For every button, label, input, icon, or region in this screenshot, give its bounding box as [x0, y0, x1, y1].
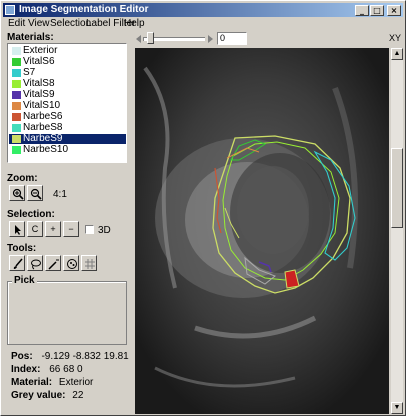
- slice-controls: 0 XY: [135, 31, 403, 47]
- list-item-label: NarbeS9: [23, 133, 63, 144]
- control-panel: Materials: Exterior VitalS6 S7 VitalS8 V…: [3, 31, 131, 415]
- material-swatch: [12, 80, 21, 88]
- zoom-in-button[interactable]: [9, 185, 25, 201]
- material-swatch: [12, 69, 21, 77]
- app-icon: [5, 5, 15, 15]
- list-item[interactable]: VitalS9: [9, 90, 126, 100]
- pos-label: Pos:: [11, 351, 33, 362]
- pick-group-title: Pick: [12, 275, 37, 286]
- grey-label: Grey value:: [11, 390, 66, 401]
- zoom-in-icon: [12, 188, 24, 200]
- material-readout: Material: Exterior: [11, 377, 93, 388]
- title-bar[interactable]: Image Segmentation Editor _ □ ×: [3, 3, 403, 17]
- material-swatch: [12, 124, 21, 132]
- list-item-label: Exterior: [23, 45, 58, 56]
- scroll-thumb[interactable]: [391, 148, 403, 228]
- close-button[interactable]: ×: [387, 5, 401, 16]
- index-readout: Index: 66 68 0: [11, 364, 83, 375]
- materials-list[interactable]: Exterior VitalS6 S7 VitalS8 VitalS9 Vita…: [7, 43, 127, 163]
- pos-readout: Pos: -9.129 -8.832 19.81: [11, 351, 129, 362]
- list-item-label: S7: [23, 67, 36, 78]
- editor-window: Image Segmentation Editor _ □ × Edit Vie…: [0, 0, 406, 416]
- lasso-tool-button[interactable]: [27, 255, 43, 271]
- materials-label: Materials:: [7, 32, 54, 43]
- list-item-label: NarbeS10: [23, 144, 69, 155]
- list-item-label: NarbeS6: [23, 111, 63, 122]
- material-swatch: [12, 113, 21, 121]
- vertical-scrollbar[interactable]: ▲ ▼: [391, 48, 403, 414]
- list-item[interactable]: VitalS8: [9, 79, 126, 89]
- list-item-selected[interactable]: NarbeS9: [9, 134, 126, 144]
- list-item[interactable]: NarbeS10: [9, 145, 126, 155]
- menu-bar: Edit View Selection Label Filter Help: [3, 18, 403, 30]
- list-item[interactable]: Exterior: [9, 46, 126, 56]
- material-swatch: [12, 58, 21, 66]
- selection-label: Selection:: [7, 209, 55, 220]
- zoom-label: Zoom:: [7, 173, 38, 184]
- grey-readout: Grey value: 22: [11, 390, 83, 401]
- list-item-label: VitalS6: [23, 56, 55, 67]
- material-value: Exterior: [58, 377, 94, 388]
- crosshair-icon: [85, 259, 95, 269]
- grey-value: 22: [72, 390, 84, 401]
- window-title: Image Segmentation Editor: [19, 4, 149, 15]
- material-swatch: [12, 47, 21, 55]
- list-item[interactable]: S7: [9, 68, 126, 78]
- selection-add-button[interactable]: +: [45, 221, 61, 237]
- index-label: Index:: [11, 364, 41, 375]
- view-plane-label: XY: [389, 33, 402, 43]
- index-value: 66 68 0: [49, 364, 83, 375]
- material-swatch: [12, 135, 21, 143]
- select-pointer-button[interactable]: [9, 221, 25, 237]
- list-item-label: VitalS10: [23, 100, 61, 111]
- 3d-checkbox-label: 3D: [98, 225, 111, 236]
- slice-number-input[interactable]: 0: [217, 32, 247, 45]
- list-item[interactable]: VitalS10: [9, 101, 126, 111]
- pointer-icon: [15, 225, 21, 235]
- pos-value: -9.129 -8.832 19.81: [41, 351, 129, 362]
- material-swatch: [12, 102, 21, 110]
- mri-image-view[interactable]: [135, 48, 389, 414]
- menu-view[interactable]: View: [28, 18, 50, 30]
- list-item[interactable]: NarbeS6: [9, 112, 126, 122]
- minimize-button[interactable]: _: [355, 5, 369, 16]
- 3d-checkbox[interactable]: [85, 225, 94, 234]
- blob-tool-button[interactable]: [63, 255, 79, 271]
- mri-slice-image: [135, 48, 389, 414]
- selection-clear-button[interactable]: C: [27, 221, 43, 237]
- material-swatch: [12, 91, 21, 99]
- slice-slider-thumb[interactable]: [147, 32, 154, 44]
- list-item-label: VitalS8: [23, 78, 55, 89]
- material-label: Material:: [11, 377, 53, 388]
- magic-wand-icon: [48, 259, 59, 270]
- material-swatch: [12, 146, 21, 154]
- brush-icon: [13, 258, 23, 269]
- scroll-up-arrow[interactable]: ▲: [391, 48, 403, 60]
- menu-selection[interactable]: Selection: [50, 18, 91, 30]
- slice-next-icon[interactable]: [207, 34, 214, 44]
- pick-groupbox: [7, 281, 127, 345]
- slice-prev-icon[interactable]: [135, 34, 142, 44]
- list-item[interactable]: NarbeS8: [9, 123, 126, 133]
- selection-remove-button[interactable]: −: [63, 221, 79, 237]
- crosshair-tool-button[interactable]: [81, 255, 97, 271]
- list-item[interactable]: VitalS6: [9, 57, 126, 67]
- menu-help[interactable]: Help: [124, 18, 145, 30]
- blob-icon: [67, 259, 77, 269]
- zoom-out-button[interactable]: [27, 185, 43, 201]
- zoom-out-icon: [30, 188, 42, 200]
- maximize-button[interactable]: □: [370, 5, 384, 16]
- zoom-value: 4:1: [53, 189, 67, 200]
- list-item-label: NarbeS8: [23, 122, 63, 133]
- menu-edit[interactable]: Edit: [8, 18, 25, 30]
- lasso-icon: [31, 259, 41, 270]
- magic-wand-tool-button[interactable]: [45, 255, 61, 271]
- tools-label: Tools:: [7, 243, 37, 254]
- list-item-label: VitalS9: [23, 89, 55, 100]
- scroll-down-arrow[interactable]: ▼: [391, 402, 403, 414]
- brush-tool-button[interactable]: [9, 255, 25, 271]
